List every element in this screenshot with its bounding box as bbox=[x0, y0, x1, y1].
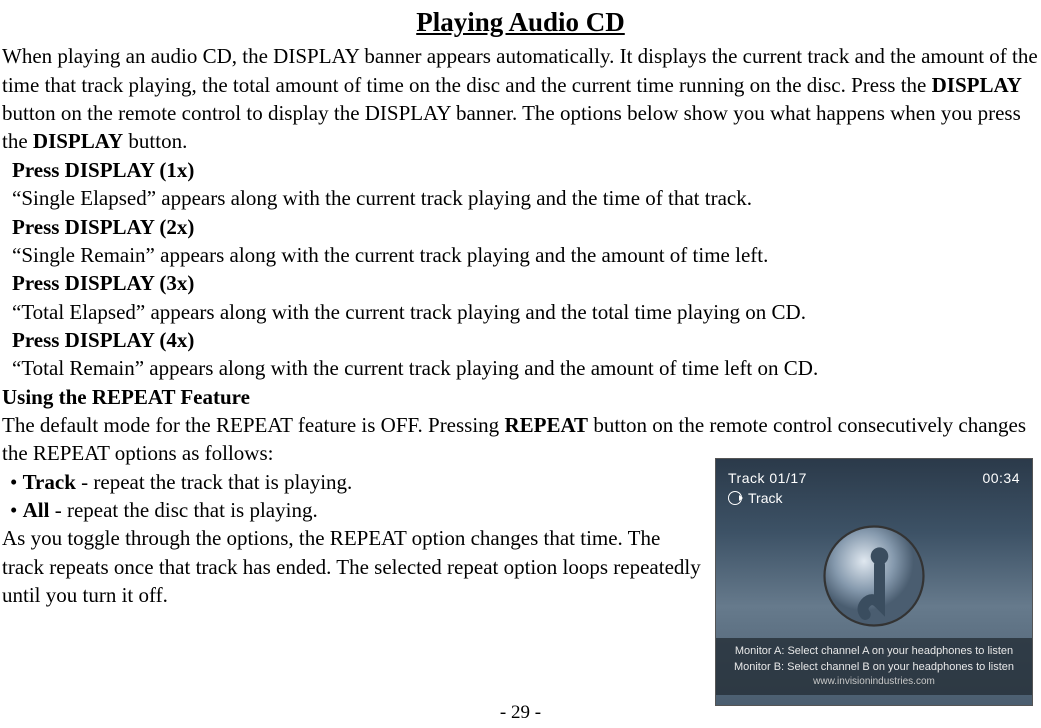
display-press-2-desc: “Single Remain” appears along with the c… bbox=[2, 241, 1039, 269]
intro-bold-2: DISPLAY bbox=[33, 129, 123, 153]
bullet-bold-2: All bbox=[23, 498, 50, 522]
repeat-outro: As you toggle through the options, the R… bbox=[2, 524, 702, 609]
display-press-4-label: Press DISPLAY (4x) bbox=[2, 326, 1039, 354]
logo-icon bbox=[819, 521, 929, 631]
repeat-icon bbox=[728, 491, 742, 505]
screenshot-url: www.invisionindustries.com bbox=[724, 675, 1024, 689]
bullet-rest-2: - repeat the disc that is playing. bbox=[49, 498, 317, 522]
screenshot-footer: Monitor A: Select channel A on your head… bbox=[716, 638, 1032, 695]
intro-bold-1: DISPLAY bbox=[932, 73, 1022, 97]
repeat-intro-bold: REPEAT bbox=[504, 413, 588, 437]
screenshot-monitor-b: Monitor B: Select channel B on your head… bbox=[724, 660, 1024, 675]
intro-text-1: When playing an audio CD, the DISPLAY ba… bbox=[2, 44, 1038, 96]
repeat-intro-1: The default mode for the REPEAT feature … bbox=[2, 413, 504, 437]
screenshot-top-bar: Track 01/17 00:34 bbox=[728, 469, 1020, 488]
screenshot-repeat-line: Track bbox=[728, 489, 782, 508]
bullet-prefix-1: • bbox=[10, 470, 23, 494]
display-press-3-label: Press DISPLAY (3x) bbox=[2, 269, 1039, 297]
display-press-2-label: Press DISPLAY (2x) bbox=[2, 213, 1039, 241]
page-number: - 29 - bbox=[0, 700, 1041, 726]
repeat-heading: Using the REPEAT Feature bbox=[2, 383, 1039, 411]
screenshot-track-number: Track 01/17 bbox=[728, 469, 807, 488]
bullet-prefix-2: • bbox=[10, 498, 23, 522]
screenshot-repeat-label: Track bbox=[748, 489, 782, 508]
display-press-4-desc: “Total Remain” appears along with the cu… bbox=[2, 354, 1039, 382]
bullet-bold-1: Track bbox=[23, 470, 76, 494]
intro-paragraph: When playing an audio CD, the DISPLAY ba… bbox=[2, 42, 1039, 155]
intro-text-3: button. bbox=[123, 129, 187, 153]
display-press-1-label: Press DISPLAY (1x) bbox=[2, 156, 1039, 184]
cd-player-screenshot: Track 01/17 00:34 Track Monitor A: Selec… bbox=[715, 458, 1033, 706]
display-press-1-desc: “Single Elapsed” appears along with the … bbox=[2, 184, 1039, 212]
bullet-rest-1: - repeat the track that is playing. bbox=[76, 470, 352, 494]
page-title: Playing Audio CD bbox=[2, 4, 1039, 40]
display-press-3-desc: “Total Elapsed” appears along with the c… bbox=[2, 298, 1039, 326]
screenshot-monitor-a: Monitor A: Select channel A on your head… bbox=[724, 644, 1024, 659]
screenshot-time: 00:34 bbox=[982, 469, 1020, 488]
